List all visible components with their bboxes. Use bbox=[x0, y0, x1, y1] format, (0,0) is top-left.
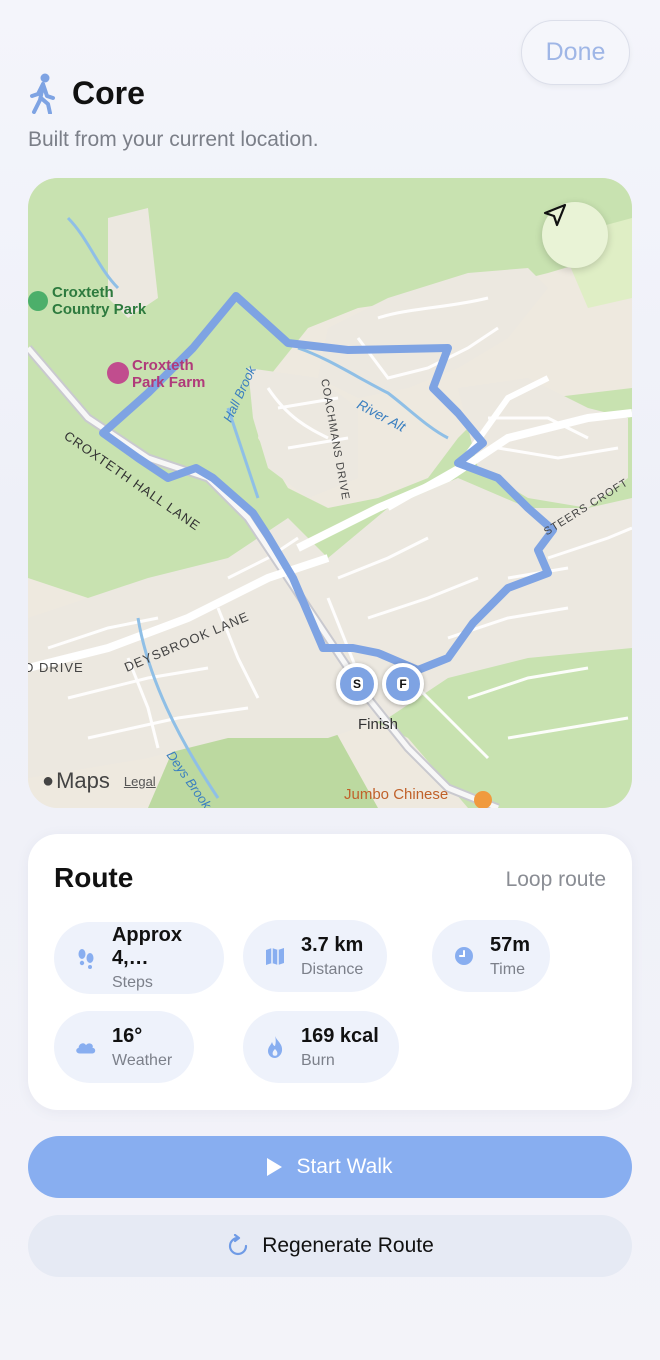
map-label-finish: Finish bbox=[358, 716, 399, 733]
footprints-icon bbox=[74, 946, 98, 970]
cloud-icon bbox=[74, 1035, 98, 1059]
map-label-drive: D DRIVE bbox=[28, 660, 84, 675]
flame-icon bbox=[263, 1035, 287, 1059]
stat-steps: Approx 4,… Steps bbox=[54, 922, 224, 994]
legal-link[interactable]: Legal bbox=[124, 774, 156, 789]
map-label-farm: Croxteth Park Farm bbox=[132, 357, 206, 391]
stat-distance: 3.7 km Distance bbox=[243, 920, 387, 992]
stat-weather: 16° Weather bbox=[54, 1011, 194, 1083]
stat-steps-label: Steps bbox=[111, 974, 153, 991]
finish-pin-label: F bbox=[397, 677, 409, 691]
stat-burn-label: Burn bbox=[301, 1051, 335, 1069]
start-walk-label: Start Walk bbox=[296, 1155, 393, 1178]
stat-distance-label: Distance bbox=[301, 960, 364, 978]
maps-attribution: ● Maps Legal bbox=[42, 768, 156, 794]
regenerate-route-label: Regenerate Route bbox=[262, 1234, 434, 1257]
location-arrow-icon bbox=[543, 203, 567, 227]
map-canvas bbox=[28, 178, 632, 808]
done-button[interactable]: Done bbox=[521, 20, 630, 85]
regenerate-route-button[interactable]: Regenerate Route bbox=[28, 1215, 632, 1277]
stat-distance-value: 3.7 km bbox=[301, 933, 364, 956]
start-pin-label: S bbox=[350, 677, 363, 691]
start-walk-button[interactable]: Start Walk bbox=[28, 1136, 632, 1198]
maps-brand: Maps bbox=[56, 768, 110, 793]
map-label-jumbo-chinese: Jumbo Chinese bbox=[344, 786, 449, 803]
current-location-button[interactable] bbox=[542, 202, 608, 268]
route-card: Route Loop route Approx 4,… Steps 3.7 km… bbox=[28, 834, 632, 1110]
map-icon bbox=[263, 944, 287, 968]
stat-weather-label: Weather bbox=[112, 1051, 173, 1069]
stat-burn-value: 169 kcal bbox=[301, 1024, 379, 1047]
page-subtitle: Built from your current location. bbox=[28, 128, 319, 151]
walking-person-icon bbox=[30, 73, 55, 114]
stat-weather-value: 16° bbox=[112, 1024, 143, 1047]
route-map[interactable]: Croxteth Country Park Croxteth Park Farm… bbox=[28, 178, 632, 808]
stat-time-value: 57m bbox=[490, 933, 531, 956]
map-label-park: Croxteth Country Park bbox=[52, 284, 147, 318]
play-icon bbox=[267, 1158, 283, 1176]
route-type: Loop route bbox=[505, 868, 606, 891]
refresh-icon bbox=[229, 1234, 248, 1256]
clock-icon bbox=[452, 944, 476, 968]
stat-steps-value: Approx 4,… bbox=[111, 924, 182, 969]
stat-time-label: Time bbox=[490, 960, 525, 978]
route-title: Route bbox=[54, 862, 134, 893]
page-header: Core bbox=[28, 72, 145, 114]
page-title: Core bbox=[72, 74, 145, 111]
finish-pin[interactable]: F bbox=[382, 663, 424, 705]
start-pin[interactable]: S bbox=[336, 663, 378, 705]
apple-logo-icon: ● bbox=[42, 769, 55, 792]
stat-burn: 169 kcal Burn bbox=[243, 1011, 399, 1083]
stat-time: 57m Time bbox=[432, 920, 550, 992]
